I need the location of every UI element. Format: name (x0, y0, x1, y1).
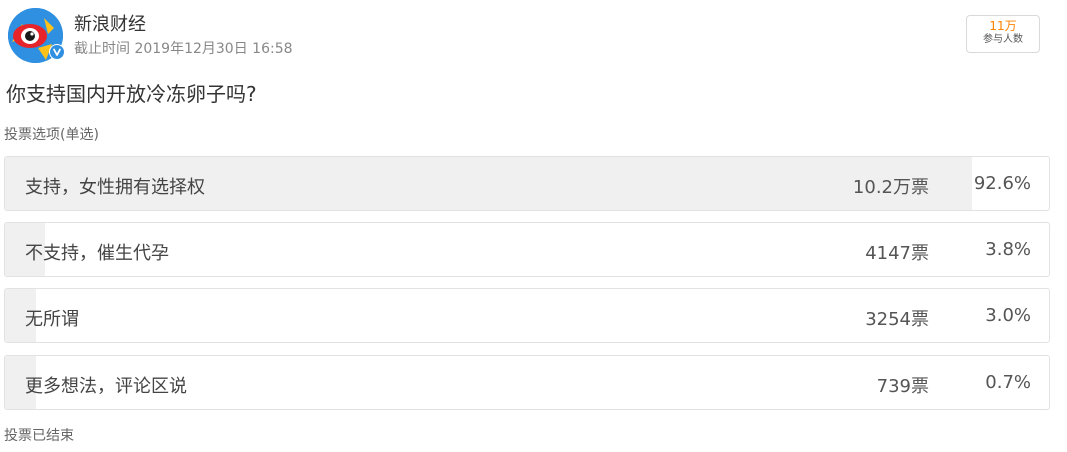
poll-type-label: 投票选项(单选) (4, 127, 99, 143)
poll-option[interactable]: 支持，女性拥有选择权 10.2万票 92.6% (4, 156, 1050, 211)
verified-badge-icon (49, 44, 65, 60)
option-votes: 10.2万票 (852, 177, 929, 198)
option-percent: 0.7% (985, 372, 1031, 393)
poll-status: 投票已结束 (4, 428, 74, 444)
poll-question: 你支持国内开放冷冻卵子吗? (6, 82, 257, 106)
poll-option[interactable]: 无所谓 3254票 3.0% (4, 288, 1050, 343)
participants-label: 参与人数 (983, 34, 1023, 45)
option-votes: 739票 (876, 376, 929, 397)
option-text: 支持，女性拥有选择权 (25, 177, 205, 198)
option-percent: 92.6% (973, 173, 1031, 194)
poll-option[interactable]: 更多想法，评论区说 739票 0.7% (4, 355, 1050, 410)
option-percent: 3.8% (985, 239, 1031, 260)
option-text: 无所谓 (25, 309, 79, 330)
author-name[interactable]: 新浪财经 (74, 10, 146, 36)
option-percent: 3.0% (985, 305, 1031, 326)
deadline-text: 截止时间 2019年12月30日 16:58 (74, 41, 293, 57)
participants-count: 11万 (989, 19, 1017, 33)
option-text: 更多想法，评论区说 (25, 376, 187, 397)
poll-option[interactable]: 不支持，催生代孕 4147票 3.8% (4, 222, 1050, 277)
option-text: 不支持，催生代孕 (25, 243, 169, 264)
option-votes: 4147票 (865, 243, 929, 264)
participants-badge: 11万 参与人数 (966, 15, 1040, 53)
option-votes: 3254票 (865, 309, 929, 330)
